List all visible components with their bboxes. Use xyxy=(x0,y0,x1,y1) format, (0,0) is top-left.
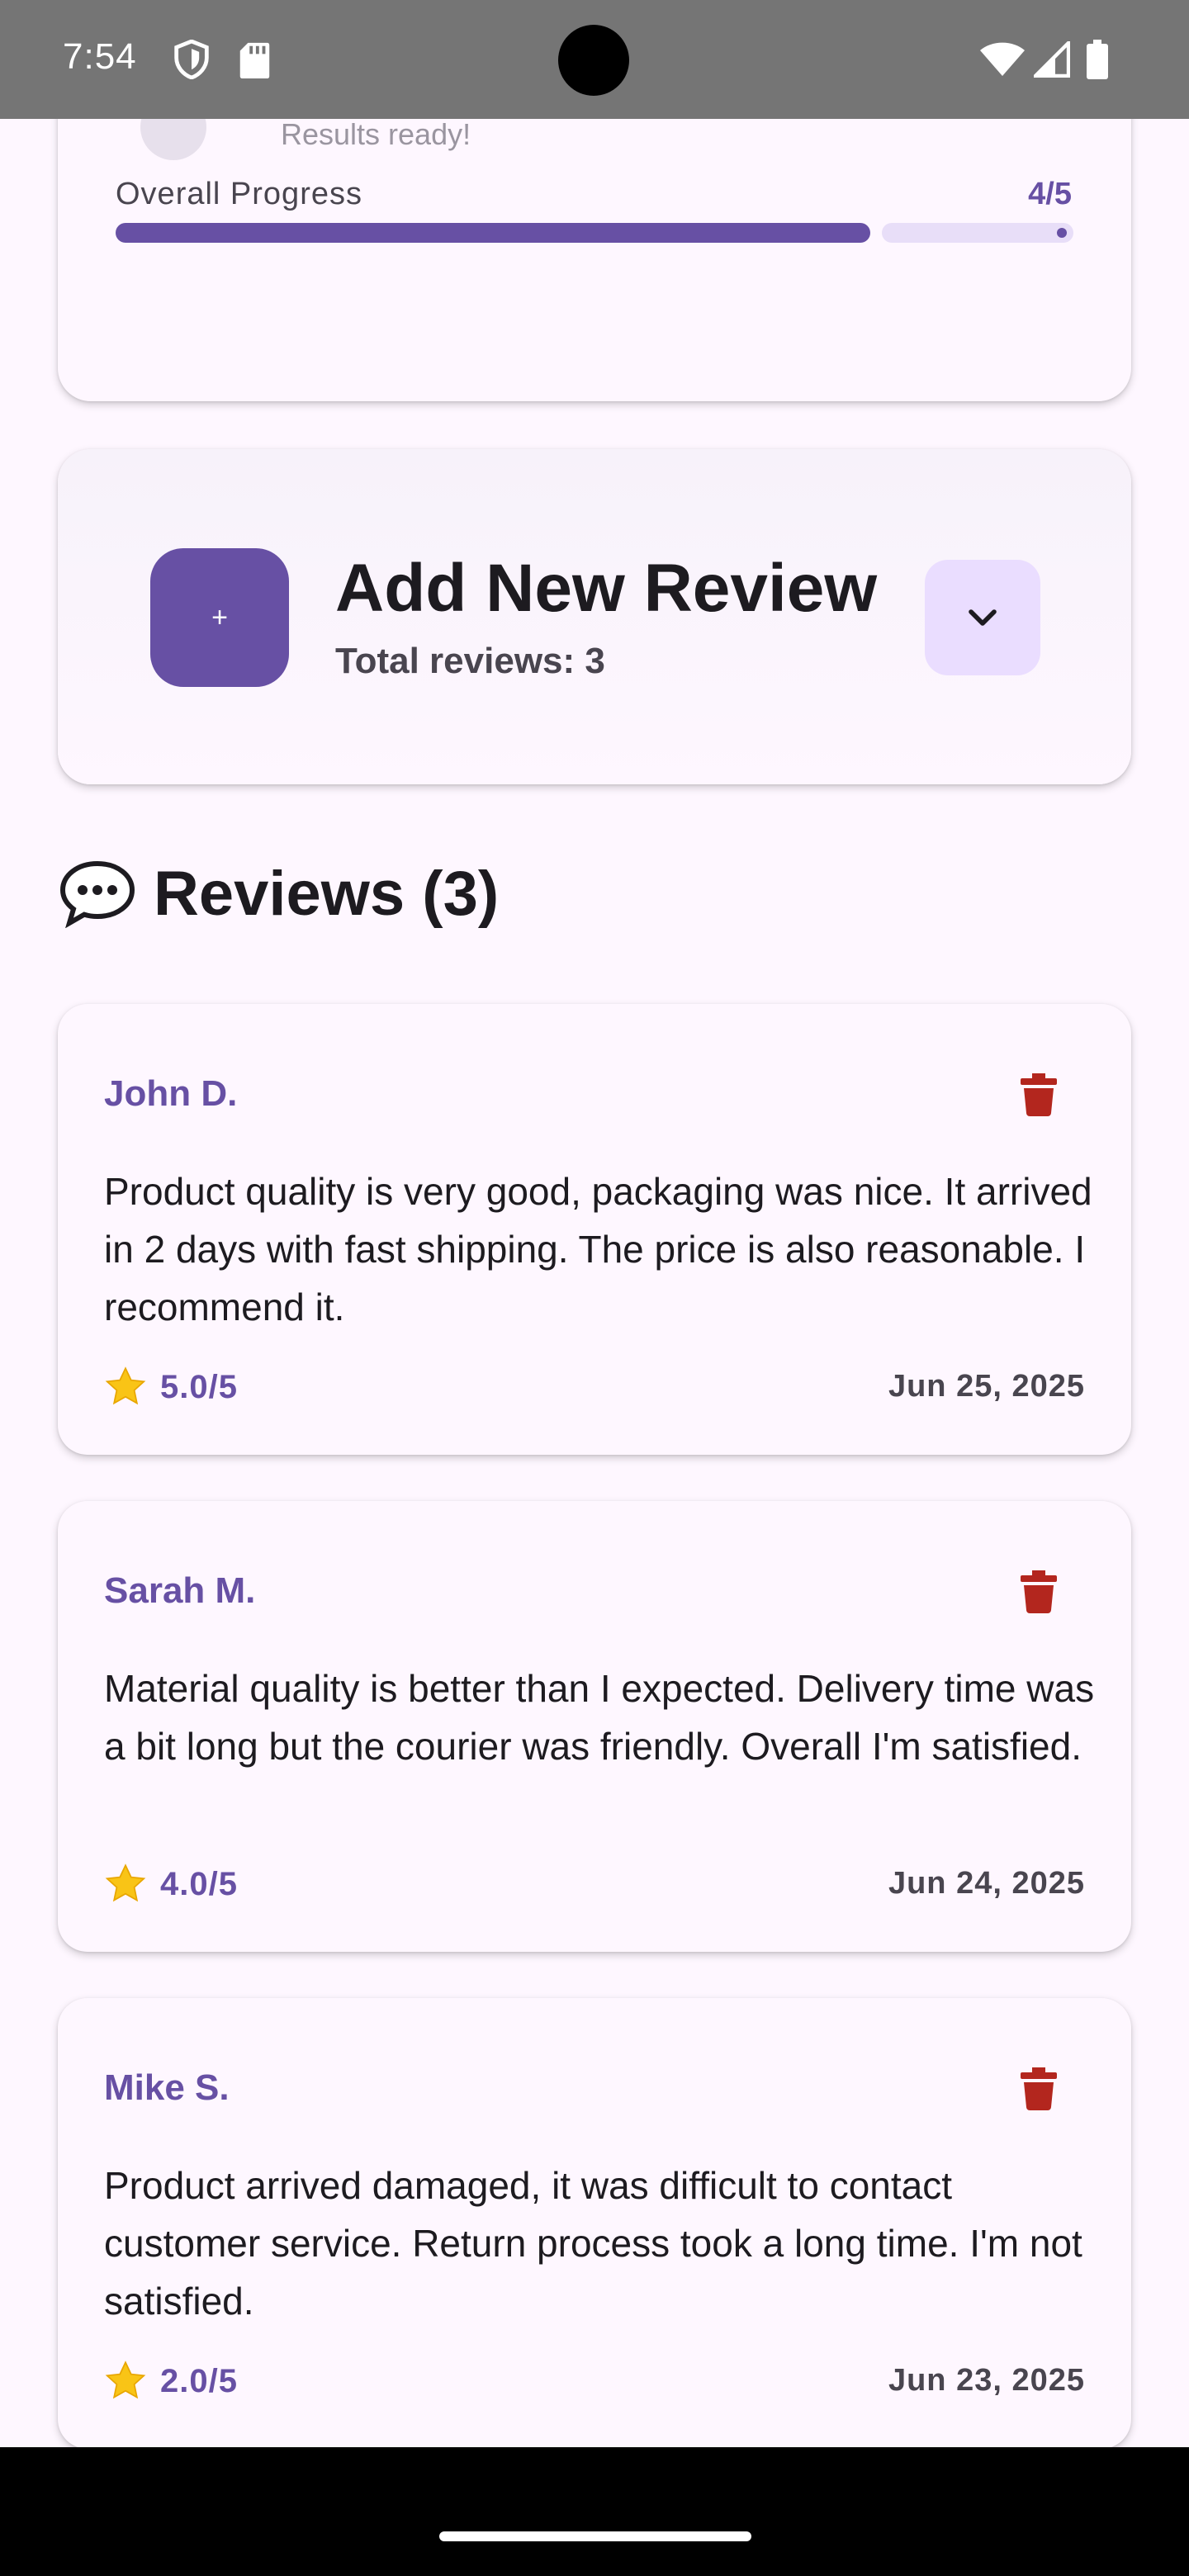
trash-icon[interactable] xyxy=(1021,2067,1057,2110)
step-indicator xyxy=(140,119,206,160)
review-author: John D. xyxy=(104,1073,238,1114)
review-author: Mike S. xyxy=(104,2067,230,2108)
review-text: Product quality is very good, packaging … xyxy=(104,1170,1092,1328)
status-bar: 7:54 xyxy=(0,0,1189,119)
review-date: Jun 24, 2025 xyxy=(888,1866,1085,1901)
review-author: Sarah M. xyxy=(104,1570,256,1611)
star-icon xyxy=(105,1863,146,1902)
review-date: Jun 23, 2025 xyxy=(888,2363,1085,2398)
reviews-heading-text: Reviews (3) xyxy=(154,858,500,929)
progress-card: Results ready! Overall Progress 4/5 xyxy=(58,119,1131,401)
shield-icon xyxy=(174,40,209,79)
expand-toggle-button[interactable] xyxy=(925,560,1040,675)
trash-icon[interactable] xyxy=(1021,1073,1057,1116)
progress-bar-track xyxy=(882,223,1073,243)
home-gesture-handle[interactable] xyxy=(439,2531,751,2541)
add-review-button[interactable]: + xyxy=(150,548,289,687)
progress-bar-fill xyxy=(116,223,870,243)
review-card: Mike S. Product arrived damaged, it was … xyxy=(58,1998,1131,2447)
signal-icon xyxy=(1034,41,1070,78)
camera-cutout xyxy=(558,25,629,96)
review-card: Sarah M. Material quality is better than… xyxy=(58,1501,1131,1952)
battery-icon xyxy=(1087,40,1108,79)
add-review-title: Add New Review xyxy=(335,551,878,626)
total-reviews-count: Total reviews: 3 xyxy=(335,641,605,681)
status-time: 7:54 xyxy=(63,36,137,77)
add-review-card[interactable]: + Add New Review Total reviews: 3 xyxy=(58,449,1131,784)
star-icon xyxy=(105,2361,146,2399)
progress-label: Overall Progress xyxy=(116,177,362,211)
plus-icon: + xyxy=(211,601,228,633)
reviews-heading: Reviews (3) xyxy=(58,852,499,935)
speech-bubble-icon xyxy=(59,860,135,928)
review-text: Product arrived damaged, it was difficul… xyxy=(104,2164,1082,2323)
scroll-content[interactable]: Results ready! Overall Progress 4/5 + Ad… xyxy=(0,119,1189,2447)
review-rating: 2.0/5 xyxy=(160,2363,238,2399)
review-rating: 5.0/5 xyxy=(160,1369,238,1405)
chevron-down-icon xyxy=(969,609,997,626)
review-card: John D. Product quality is very good, pa… xyxy=(58,1004,1131,1455)
trash-icon[interactable] xyxy=(1021,1570,1057,1613)
wifi-icon xyxy=(980,42,1025,76)
review-text: Material quality is better than I expect… xyxy=(104,1667,1095,1768)
review-rating: 4.0/5 xyxy=(160,1866,238,1902)
progress-value: 4/5 xyxy=(1028,177,1072,211)
sd-card-icon xyxy=(239,42,270,79)
step-status-text: Results ready! xyxy=(281,119,471,151)
star-icon xyxy=(105,1366,146,1405)
review-date: Jun 25, 2025 xyxy=(888,1369,1085,1404)
navigation-bar xyxy=(0,2447,1189,2576)
progress-stop-indicator xyxy=(1057,228,1067,238)
